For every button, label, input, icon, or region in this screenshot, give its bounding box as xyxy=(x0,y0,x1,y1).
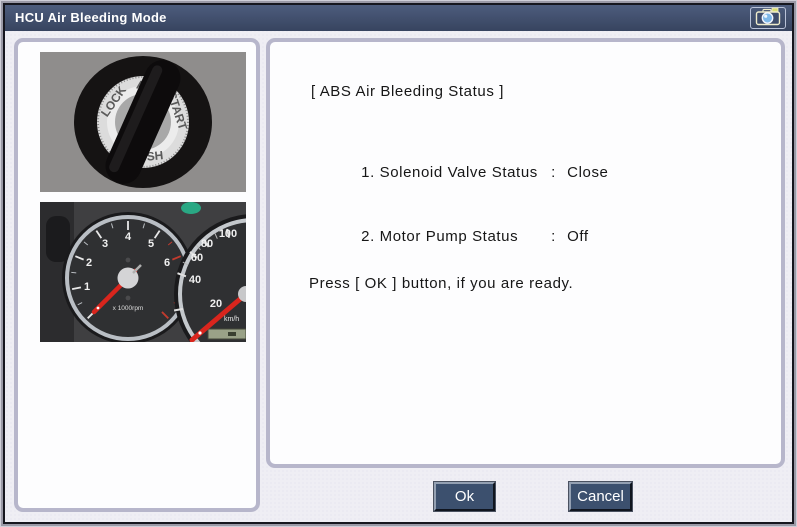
status-row-solenoid: 1. Solenoid Valve Status: Close xyxy=(361,164,609,181)
dialog-body: HCU Air Bleeding Mode LOCK START 1 2 3 4… xyxy=(3,3,794,524)
status-row-motor-pump: 2. Motor Pump Status: Off xyxy=(361,228,589,245)
svg-text:4: 4 xyxy=(125,231,132,243)
camera-icon xyxy=(753,7,783,29)
status-heading: [ ABS Air Bleeding Status ] xyxy=(311,83,504,100)
tachometer-unit-label: x 1000rpm xyxy=(113,305,144,312)
title-bar: HCU Air Bleeding Mode xyxy=(5,5,792,31)
status-panel: [ ABS Air Bleeding Status ] 1. Solenoid … xyxy=(266,38,785,468)
status-label: 2. Motor Pump Status xyxy=(361,228,519,245)
svg-text:20: 20 xyxy=(210,298,222,310)
speedometer-unit-label: km/h xyxy=(224,316,239,323)
svg-text:1: 1 xyxy=(84,281,90,293)
status-label: 1. Solenoid Valve Status xyxy=(361,164,538,181)
screen-capture-button[interactable] xyxy=(750,7,786,29)
svg-text:40: 40 xyxy=(189,274,201,286)
ignition-switch-image: LOCK ACC START PUSH xyxy=(40,52,246,192)
instruction-text: Press [ OK ] button, if you are ready. xyxy=(309,275,574,292)
ok-button[interactable]: Ok xyxy=(434,482,495,511)
cancel-button[interactable]: Cancel xyxy=(569,482,632,511)
status-value: Off xyxy=(567,228,589,245)
svg-text:60: 60 xyxy=(191,252,203,264)
illustration-panel: LOCK ACC START PUSH xyxy=(14,38,334,512)
svg-text:6: 6 xyxy=(164,257,170,269)
dialog-window: HCU Air Bleeding Mode LOCK START 1 2 3 4… xyxy=(0,0,797,527)
odometer-lcd xyxy=(207,328,247,340)
svg-text:5: 5 xyxy=(148,238,154,250)
svg-text:3: 3 xyxy=(102,238,108,250)
instrument-cluster-image: 1 2 3 4 5 6 x 1000rpm 20 40 60 80 100 km… xyxy=(40,202,334,374)
svg-text:100: 100 xyxy=(219,228,237,240)
indicator-light-green xyxy=(181,202,201,214)
window-title: HCU Air Bleeding Mode xyxy=(15,10,167,25)
svg-text:80: 80 xyxy=(201,238,213,250)
status-value: Close xyxy=(567,164,609,181)
svg-text:2: 2 xyxy=(86,257,92,269)
